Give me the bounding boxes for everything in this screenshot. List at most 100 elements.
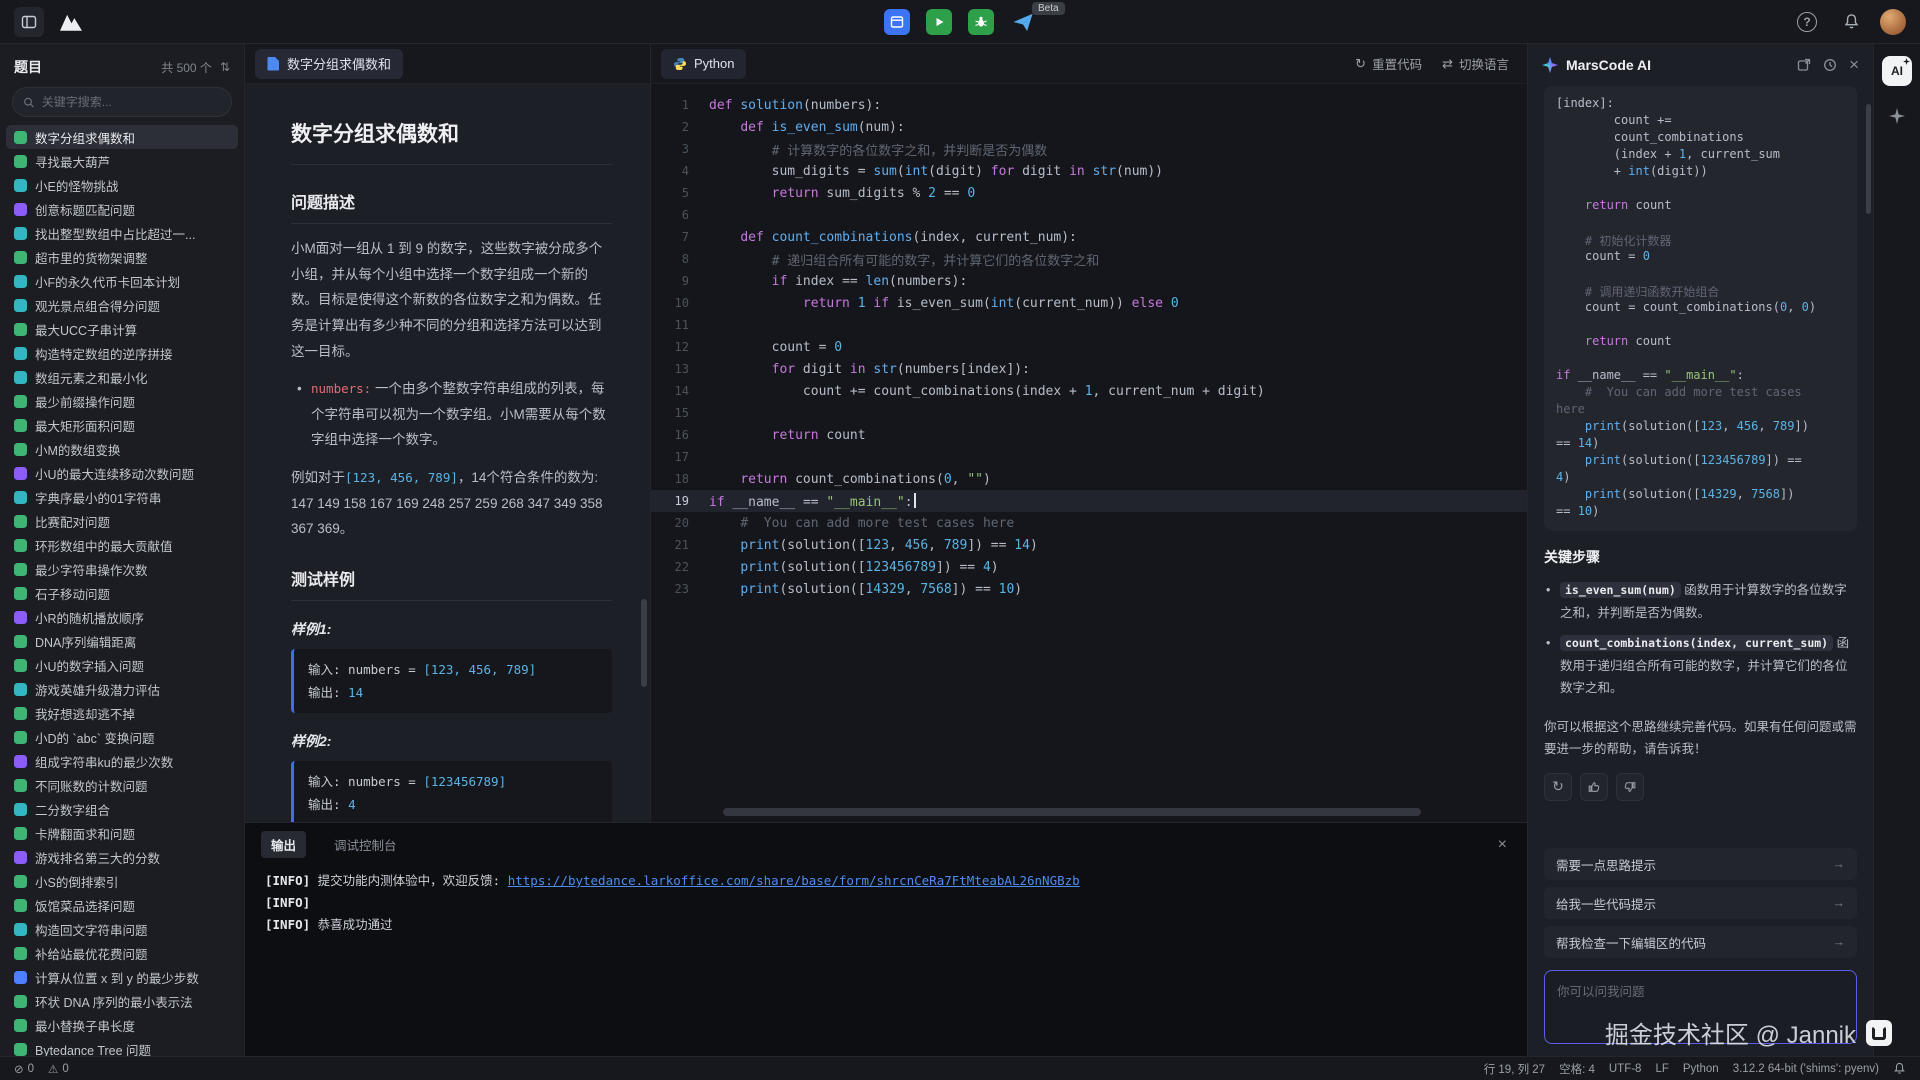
problem-list-item[interactable]: 游戏英雄升级潜力评估 [6, 677, 238, 701]
code-line[interactable]: 11 [651, 314, 1527, 336]
problem-list-item[interactable]: 不同账数的计数问题 [6, 773, 238, 797]
problem-list-item[interactable]: 饭馆菜品选择问题 [6, 893, 238, 917]
code-line[interactable]: 16 return count [651, 424, 1527, 446]
problem-list-item[interactable]: 最小替换子串长度 [6, 1013, 238, 1037]
code-line[interactable]: 13 for digit in str(numbers[index]): [651, 358, 1527, 380]
problem-list-item[interactable]: 石子移动问题 [6, 581, 238, 605]
problem-list-item[interactable]: 数字分组求偶数和 [6, 125, 238, 149]
problem-list-item[interactable]: 小U的数字插入问题 [6, 653, 238, 677]
problem-list-item[interactable]: 小F的永久代币卡回本计划 [6, 269, 238, 293]
code-line[interactable]: 22 print(solution([123456789]) == 4) [651, 556, 1527, 578]
code-line[interactable]: 12 count = 0 [651, 336, 1527, 358]
problem-list-item[interactable]: 最大矩形面积问题 [6, 413, 238, 437]
problem-list-item[interactable]: 小M的数组变换 [6, 437, 238, 461]
status-indicator[interactable]: ⚠0 [48, 1062, 69, 1076]
status-segment[interactable]: LF [1655, 1063, 1668, 1075]
language-tab[interactable]: Python [661, 49, 746, 79]
thumbs-down-button[interactable] [1616, 773, 1644, 801]
plugin-icon[interactable] [1883, 102, 1911, 130]
sidebar-toggle-button[interactable] [14, 7, 44, 37]
code-line[interactable]: 14 count += count_combinations(index + 1… [651, 380, 1527, 402]
notifications-button[interactable] [1836, 7, 1866, 37]
problem-list-item[interactable]: 我好想逃却逃不掉 [6, 701, 238, 725]
search-box[interactable] [12, 87, 232, 117]
code-line[interactable]: 5 return sum_digits % 2 == 0 [651, 182, 1527, 204]
problem-list-item[interactable]: 最大UCC子串计算 [6, 317, 238, 341]
code-line[interactable]: 19if __name__ == "__main__": [651, 490, 1527, 512]
status-segment[interactable]: 3.12.2 64-bit ('shims': pyenv) [1733, 1063, 1879, 1075]
status-segment[interactable]: 空格: 4 [1559, 1061, 1595, 1077]
status-segment[interactable]: Python [1683, 1063, 1719, 1075]
problem-list-item[interactable]: 寻找最大葫芦 [6, 149, 238, 173]
problem-list-item[interactable]: 数组元素之和最小化 [6, 365, 238, 389]
problem-list-item[interactable]: 创意标题匹配问题 [6, 197, 238, 221]
suggestion-button[interactable]: 帮我检查一下编辑区的代码→ [1544, 926, 1857, 958]
ai-input-box[interactable] [1544, 970, 1857, 1044]
code-line[interactable]: 9 if index == len(numbers): [651, 270, 1527, 292]
suggestion-button[interactable]: 需要一点思路提示→ [1544, 848, 1857, 880]
code-line[interactable]: 3 # 计算数字的各位数字之和，并判断是否为偶数 [651, 138, 1527, 160]
status-indicator[interactable]: ⊘0 [14, 1062, 34, 1076]
problem-list-item[interactable]: 环形数组中的最大贡献值 [6, 533, 238, 557]
ai-scrollbar[interactable] [1866, 104, 1871, 214]
regenerate-button[interactable]: ↻ [1544, 773, 1572, 801]
code-area[interactable]: 1def solution(numbers):2 def is_even_sum… [651, 84, 1527, 822]
reset-code-button[interactable]: ↻ 重置代码 [1355, 54, 1422, 73]
open-in-window-button[interactable] [1797, 58, 1811, 72]
console-close-button[interactable]: × [1494, 836, 1511, 854]
help-button[interactable]: ? [1792, 7, 1822, 37]
problem-list-item[interactable]: 游戏排名第三大的分数 [6, 845, 238, 869]
problem-list-item[interactable]: 小D的 `abc` 变换问题 [6, 725, 238, 749]
code-line[interactable]: 8 # 递归组合所有可能的数字，并计算它们的各位数字之和 [651, 248, 1527, 270]
code-line[interactable]: 20 # You can add more test cases here [651, 512, 1527, 534]
problem-list-item[interactable]: DNA序列编辑距离 [6, 629, 238, 653]
history-button[interactable] [1823, 58, 1837, 72]
code-line[interactable]: 2 def is_even_sum(num): [651, 116, 1527, 138]
problem-list-item[interactable]: 字典序最小的01字符串 [6, 485, 238, 509]
build-settings-button[interactable] [884, 9, 910, 35]
ai-close-button[interactable]: × [1849, 55, 1859, 75]
code-line[interactable]: 10 return 1 if is_even_sum(int(current_n… [651, 292, 1527, 314]
console-link[interactable]: https://bytedance.larkoffice.com/share/b… [508, 873, 1080, 888]
search-input[interactable] [42, 95, 221, 109]
problem-list-item[interactable]: 观光景点组合得分问题 [6, 293, 238, 317]
run-button[interactable] [926, 9, 952, 35]
problem-list-item[interactable]: 二分数字组合 [6, 797, 238, 821]
problem-list-item[interactable]: 计算从位置 x 到 y 的最少步数 [6, 965, 238, 989]
problem-list-item[interactable]: 小U的最大连续移动次数问题 [6, 461, 238, 485]
sort-icon[interactable]: ⇅ [220, 60, 230, 74]
switch-language-button[interactable]: ⇄ 切换语言 [1442, 54, 1509, 73]
problem-list-item[interactable]: 超市里的货物架调整 [6, 245, 238, 269]
marscode-logo[interactable] [56, 11, 86, 33]
problem-list-item[interactable]: 比赛配对问题 [6, 509, 238, 533]
console-tab[interactable]: 调试控制台 [324, 831, 407, 858]
code-line[interactable]: 21 print(solution([123, 456, 789]) == 14… [651, 534, 1527, 556]
code-line[interactable]: 1def solution(numbers): [651, 94, 1527, 116]
problem-list-item[interactable]: Bytedance Tree 问题 [6, 1037, 238, 1056]
console-tab[interactable]: 输出 [261, 831, 306, 858]
problem-list-item[interactable]: 构造特定数组的逆序拼接 [6, 341, 238, 365]
debug-button[interactable] [968, 9, 994, 35]
problem-tab[interactable]: 数字分组求偶数和 [255, 49, 403, 79]
problem-list-item[interactable]: 最少字符串操作次数 [6, 557, 238, 581]
problem-list-item[interactable]: 小R的随机播放顺序 [6, 605, 238, 629]
ai-question-input[interactable] [1545, 971, 1856, 1043]
status-segment[interactable]: 行 19, 列 27 [1484, 1061, 1545, 1077]
code-line[interactable]: 23 print(solution([14329, 7568]) == 10) [651, 578, 1527, 600]
code-line[interactable]: 4 sum_digits = sum(int(digit) for digit … [651, 160, 1527, 182]
status-bell-icon[interactable] [1893, 1062, 1906, 1075]
status-segment[interactable]: UTF-8 [1609, 1063, 1642, 1075]
code-line[interactable]: 17 [651, 446, 1527, 468]
problem-list-item[interactable]: 构造回文字符串问题 [6, 917, 238, 941]
problem-list-item[interactable]: 组成字符串ku的最少次数 [6, 749, 238, 773]
problem-list-item[interactable]: 小E的怪物挑战 [6, 173, 238, 197]
problem-list-item[interactable]: 环状 DNA 序列的最小表示法 [6, 989, 238, 1013]
code-line[interactable]: 18 return count_combinations(0, "") [651, 468, 1527, 490]
code-line[interactable]: 7 def count_combinations(index, current_… [651, 226, 1527, 248]
code-line[interactable]: 6 [651, 204, 1527, 226]
code-line[interactable]: 15 [651, 402, 1527, 424]
suggestion-button[interactable]: 给我一些代码提示→ [1544, 887, 1857, 919]
problem-list-item[interactable]: 卡牌翻面求和问题 [6, 821, 238, 845]
problem-list-item[interactable]: 找出整型数组中占比超过一... [6, 221, 238, 245]
ai-assistant-icon[interactable]: AI [1882, 56, 1912, 86]
